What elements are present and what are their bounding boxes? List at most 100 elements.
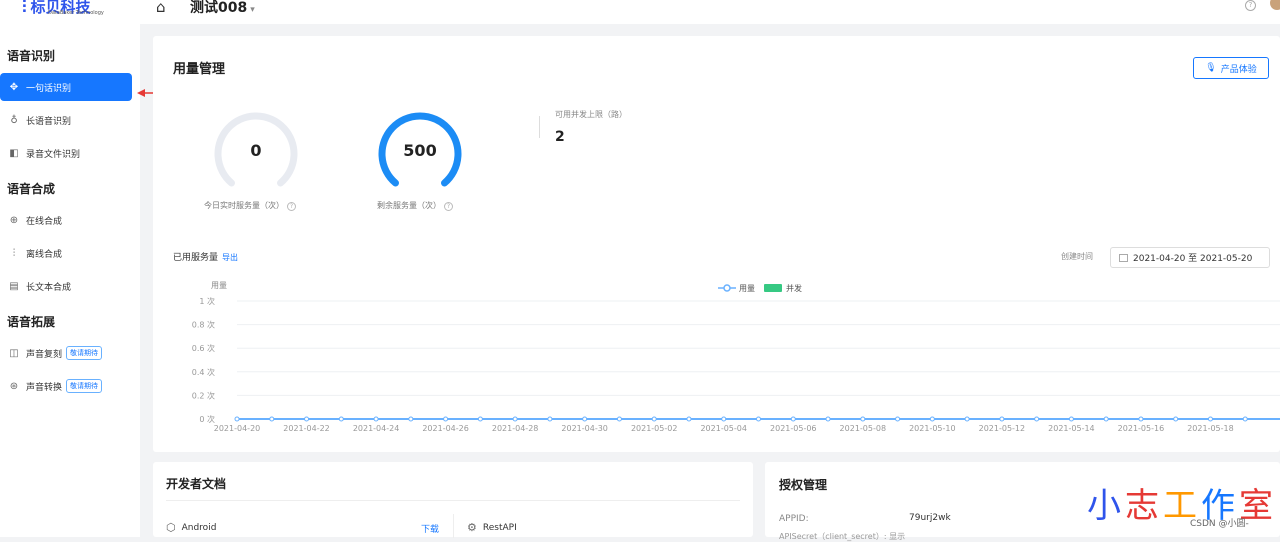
sidebar-item-voice-clone[interactable]: ◫ 声音复刻 敬请期待 [0,339,140,367]
sidebar-item-voice-conversion[interactable]: ⊛ 声音转换 敬请期待 [0,372,140,400]
sidebar-item-offline-synthesis[interactable]: ⫶ 离线合成 [0,239,140,267]
product-trial-button[interactable]: 🎙 产品体验 [1193,57,1269,79]
sidebar-item-label: 录音文件识别 [26,149,81,160]
help-icon[interactable]: ? [1245,0,1256,11]
waveform-icon: ✥ [9,81,19,93]
y-tick-label: 0.6 次 [192,343,215,353]
sidebar-item-long-text-synthesis[interactable]: ▤ 长文本合成 [0,272,140,300]
legend-label-usage: 用量 [739,284,755,293]
usage-card: 用量管理 🎙 产品体验 0 今日实时服务量（次）? 500 剩余服务量（次）? 可… [153,36,1280,452]
data-point [373,416,379,422]
y-tick-label: 0.4 次 [192,367,215,377]
x-tick-label: 2021-05-02 [631,424,678,431]
avatar[interactable] [1270,0,1280,10]
android-icon: ⬡ [166,521,176,534]
data-point [999,416,1005,422]
sidebar-item-label: 一句话识别 [26,83,72,94]
sidebar-item-label: 离线合成 [26,249,63,260]
csdn-credit: CSDN @小圆- [1190,519,1249,529]
data-point [1173,416,1179,422]
export-link[interactable]: 导出 [222,253,238,262]
sidebar-item-long-speech[interactable]: ♁ 长语音识别 [0,106,140,134]
concurrency-value: 2 [555,129,565,145]
y-tick-label: 0.8 次 [192,320,215,330]
download-link[interactable]: 下载 [421,522,439,535]
date-range-text: 2021-04-20 至 2021-05-20 [1133,254,1253,264]
x-tick-label: 2021-04-28 [492,424,538,431]
data-point [582,416,588,422]
section-title-extension: 语音拓展 [7,315,56,329]
wave-icon: ⫶ [12,247,16,259]
today-gauge: 0 [211,110,301,200]
logo-subtitle: DataBaker Technology [48,10,104,16]
help-icon[interactable]: ? [287,202,296,211]
appid-value: 79urj2wk [909,513,951,523]
remain-gauge: 500 [375,110,465,200]
api-icon: ⚙ [467,521,477,534]
coming-soon-badge: 敬请期待 [66,346,103,360]
remain-label-text: 剩余服务量（次） [377,201,441,210]
data-point [1207,416,1213,422]
project-name: 测试008 [190,0,248,16]
data-point [1068,416,1074,422]
x-tick-label: 2021-04-26 [422,424,469,431]
x-tick-label: 2021-04-24 [353,424,400,431]
plus-circle-icon: ⊕ [9,214,19,226]
product-trial-label: 产品体验 [1220,64,1257,75]
data-point [338,416,344,422]
data-point [964,416,970,422]
coming-soon-badge: 敬请期待 [66,379,103,393]
developer-docs-card: 开发者文档 ⬡ Android 下载 ⚙ RestAPI [153,462,753,538]
x-tick-label: 2021-05-18 [1187,424,1234,431]
x-tick-label: 2021-05-12 [979,424,1026,431]
data-point [756,416,761,422]
data-point [721,416,727,422]
data-point [477,416,483,422]
sidebar-item-sentence-recognition[interactable]: ✥ 一句话识别 [0,73,132,101]
divider [453,514,454,538]
restapi-label: RestAPI [482,522,517,533]
logo[interactable]: ⫶ 标贝科技 DataBaker Technology [22,0,104,20]
help-icon[interactable]: ? [444,202,453,211]
mic-icon: 🎙 [1205,63,1217,73]
create-time-label: 创建时间 [1061,252,1093,261]
x-tick-label: 2021-05-06 [770,424,817,431]
android-doc: ⬡ Android [166,521,216,534]
data-point [1242,416,1248,422]
sidebar-item-audio-file[interactable]: ◧ 录音文件识别 [0,139,140,167]
today-label-text: 今日实时服务量（次） [204,201,284,210]
x-tick-label: 2021-05-14 [1048,424,1095,431]
copy-icon: ◫ [9,347,19,359]
y-axis-label: 用量 [211,281,227,290]
data-point [929,416,935,422]
sidebar-item-label: 声音复刻 [26,349,63,360]
data-point [269,416,275,422]
sidebar-item-label: 长语音识别 [26,116,72,127]
date-range-picker[interactable]: 2021-04-20 至 2021-05-20 [1110,247,1270,268]
x-tick-label: 2021-05-04 [700,424,747,431]
home-icon[interactable]: ⌂ [156,0,166,16]
section-title-asr: 语音识别 [7,49,56,63]
watermark-char: 小 [1087,486,1125,526]
legend-marker-usage [723,284,731,292]
restapi-doc[interactable]: ⚙ RestAPI [467,521,517,534]
data-point [512,416,518,422]
project-selector[interactable]: 测试008 ▾ [190,0,255,17]
sidebar-item-online-synthesis[interactable]: ⊕ 在线合成 [0,206,140,234]
data-point [651,416,657,422]
data-point [686,416,692,422]
divider [166,500,740,501]
data-point [1103,416,1109,422]
android-label: Android [181,522,217,533]
used-service-label: 已用服务量 导出 [173,250,238,263]
auth-title: 授权管理 [779,478,828,492]
mic-icon: ♁ [10,114,18,126]
y-tick-label: 1 次 [199,296,215,306]
used-service-text: 已用服务量 [173,253,219,263]
remain-value: 500 [403,141,437,160]
usage-chart: 用量 用量 并发1 次0.8 次0.6 次0.4 次0.2 次0 次2021-04-… [192,281,1280,431]
x-tick-label: 2021-05-16 [1118,424,1165,431]
sidebar: ⫶ 标贝科技 DataBaker Technology 语音识别 ✥ 一句话识别… [0,0,140,537]
today-value: 0 [250,141,262,160]
data-point [1138,416,1144,422]
